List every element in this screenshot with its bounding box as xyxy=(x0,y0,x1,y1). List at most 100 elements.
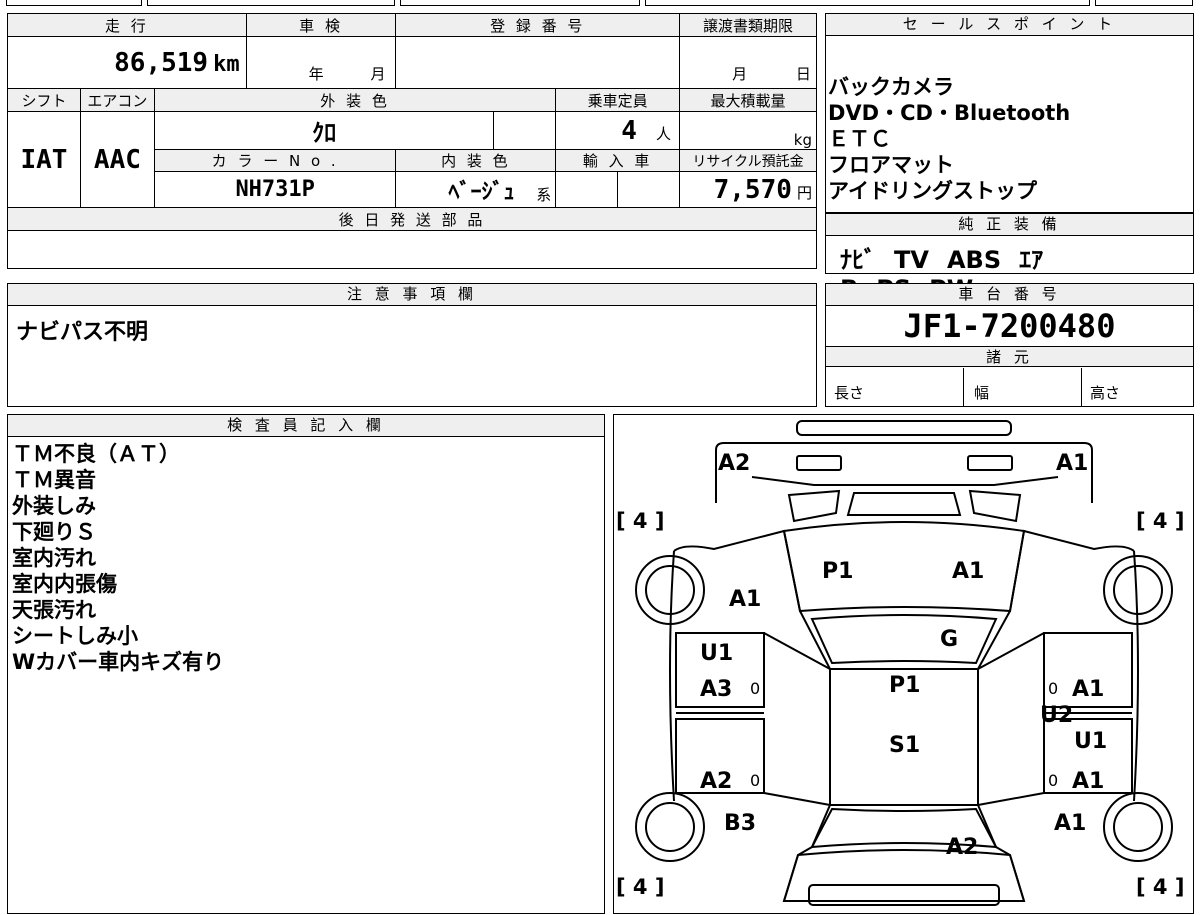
list-item: 室内内張傷 xyxy=(12,572,117,596)
notes-label: 注 意 事 項 欄 xyxy=(8,284,816,306)
bracket-bottom-right: [ 4 ] xyxy=(1136,875,1185,899)
list-item: 外装しみ xyxy=(12,494,96,518)
color-no-label: カ ラ ー N o . xyxy=(153,149,397,172)
list-item: 室内汚れ xyxy=(12,546,96,570)
mileage-value: 86,519 xyxy=(114,47,209,78)
interior-color-suffix: 系 xyxy=(536,186,552,204)
exterior-color-extra xyxy=(493,111,557,150)
ac-value: AAC xyxy=(79,111,155,208)
zero-mark-3: 0 xyxy=(1048,679,1059,698)
import-cell-2 xyxy=(617,171,681,208)
exterior-color-label: 外 装 色 xyxy=(153,88,557,112)
inspector-label: 検 査 員 記 入 欄 xyxy=(8,415,604,437)
recycle-cell: 7,570 円 xyxy=(679,171,817,208)
capacity-value: 4 xyxy=(621,115,637,146)
max-load-label: 最大積載量 xyxy=(679,88,817,112)
transfer-day-label: 日 xyxy=(795,65,811,83)
sales-points-list: バックカメラ DVD・CD・Bluetooth ＥＴＣ フロアマット アイドリングストッ… xyxy=(828,74,1070,204)
bracket-bottom-left: [ 4 ] xyxy=(616,875,665,899)
transfer-deadline-label: 譲渡書類期限 xyxy=(679,13,817,37)
max-load-cell: kg xyxy=(679,111,817,150)
left-rear-label: A2 xyxy=(700,769,733,794)
right-door-mid-label: U2 xyxy=(1040,703,1074,728)
transfer-month-label: 月 xyxy=(732,65,748,83)
max-load-unit: kg xyxy=(793,131,812,149)
width-label: 幅 xyxy=(964,368,1082,406)
list-item: ＴＭ異音 xyxy=(12,468,96,492)
interior-color-label: 内 装 色 xyxy=(395,149,557,172)
equipment-item: ﾅﾋﾞ xyxy=(840,246,876,274)
later-parts-value xyxy=(7,230,817,269)
inspector-panel: 検 査 員 記 入 欄 ＴＭ不良（ＡＴ） ＴＭ異音 外装しみ 下廻りＳ 室内汚れ 室内内張… xyxy=(7,414,605,914)
specs-label: 諸 元 xyxy=(826,346,1193,367)
notes-text: ナビパス不明 xyxy=(16,320,149,345)
chassis-label: 車 台 番 号 xyxy=(826,284,1193,306)
right-rear-label: A1 xyxy=(1072,769,1105,794)
zero-mark-2: 0 xyxy=(750,771,761,790)
bracket-top-right: [ 4 ] xyxy=(1136,509,1185,533)
list-item: フロアマット xyxy=(828,153,954,177)
list-item: アイドリングストップ xyxy=(828,179,1037,203)
list-item: Wカバー車内キズ有り xyxy=(12,650,225,674)
top-strip xyxy=(0,0,1200,8)
import-cell-1 xyxy=(555,171,619,208)
equipment-item: ABS xyxy=(946,246,1002,274)
recycle-label: リサイクル預託金 xyxy=(679,149,817,172)
bracket-top-left: [ 4 ] xyxy=(616,509,665,533)
height-label: 高さ xyxy=(1090,384,1121,402)
rear-bottom-label: A2 xyxy=(946,835,979,860)
registration-value xyxy=(395,36,681,89)
chassis-panel: 車 台 番 号 JF1-7200480 諸 元 長さ 幅 高さ xyxy=(825,283,1194,407)
shift-value: IAT xyxy=(7,111,81,208)
right-door-top-label: A1 xyxy=(1072,677,1105,702)
mileage-label: 走 行 xyxy=(7,13,247,37)
month-label: 月 xyxy=(370,65,386,83)
interior-color-value: ﾍﾞｰｼﾞｭ xyxy=(448,179,515,205)
color-no-value: NH731P xyxy=(153,171,397,208)
list-item: バックカメラ xyxy=(828,75,954,99)
transfer-date: 月 日 xyxy=(679,36,817,89)
length-label: 長さ xyxy=(826,368,964,406)
sales-points-panel: セ ー ル ス ポ イ ン ト バックカメラ DVD・CD・Bluetooth ＥＴ… xyxy=(825,13,1194,213)
equipment-label: 純 正 装 備 xyxy=(826,214,1193,236)
ac-label: エアコン xyxy=(79,88,155,112)
zero-mark-1: 0 xyxy=(750,679,761,698)
mileage-cell: 86,519 km xyxy=(7,36,247,89)
inspection-label: 車 検 xyxy=(245,13,397,37)
right-door-mid2-label: U1 xyxy=(1074,729,1108,754)
notes-panel: 注 意 事 項 欄 ナビパス不明 xyxy=(7,283,817,407)
list-item: 下廻りＳ xyxy=(12,520,96,544)
capacity-label: 乗車定員 xyxy=(555,88,681,112)
mileage-unit: km xyxy=(213,51,240,77)
shift-label: シフト xyxy=(7,88,81,112)
capacity-unit: 人 xyxy=(656,124,672,143)
damage-diagram: A2 A1 [ 4 ] [ 4 ] [ 4 ] [ 4 ] P1 A1 A1 G… xyxy=(613,414,1194,914)
later-parts-label: 後 日 発 送 部 品 xyxy=(7,207,817,231)
list-item: DVD・CD・Bluetooth xyxy=(828,101,1071,125)
left-door-top-label: U1 xyxy=(700,641,734,666)
exterior-color-value: ｸﾛ xyxy=(153,111,495,150)
hood-right-label: A1 xyxy=(952,559,985,584)
chassis-number: JF1-7200480 xyxy=(903,307,1116,345)
front-left-label: A2 xyxy=(718,451,751,476)
capacity-cell: 4 人 xyxy=(555,111,681,150)
list-item: 天張汚れ xyxy=(12,598,96,622)
list-item: シートしみ小 xyxy=(12,624,138,648)
inspector-list: ＴＭ不良（ＡＴ） ＴＭ異音 外装しみ 下廻りＳ 室内汚れ 室内内張傷 天張汚れ シートしみ小 W… xyxy=(12,441,224,675)
vehicle-info-table: 走 行 車 検 登 録 番 号 譲渡書類期限 86,519 km 年 月 月 日… xyxy=(7,13,817,269)
hood-left-label: P1 xyxy=(822,559,854,584)
interior-color-cell: ﾍﾞｰｼﾞｭ 系 xyxy=(395,171,557,208)
list-item: ＥＴＣ xyxy=(828,127,891,151)
equipment-item: TV xyxy=(894,246,929,274)
import-label: 輸 入 車 xyxy=(555,149,681,172)
list-item: ＴＭ不良（ＡＴ） xyxy=(12,442,180,466)
year-label: 年 xyxy=(308,65,324,83)
recycle-unit: 円 xyxy=(796,183,812,202)
inspection-date: 年 月 xyxy=(245,36,397,89)
windshield-label: G xyxy=(940,627,959,652)
right-rear-wheel-label: A1 xyxy=(1054,811,1087,836)
left-rear-wheel-label: B3 xyxy=(724,811,757,836)
registration-label: 登 録 番 号 xyxy=(395,13,681,37)
roof-top-label: P1 xyxy=(889,673,921,698)
zero-mark-4: 0 xyxy=(1048,771,1059,790)
